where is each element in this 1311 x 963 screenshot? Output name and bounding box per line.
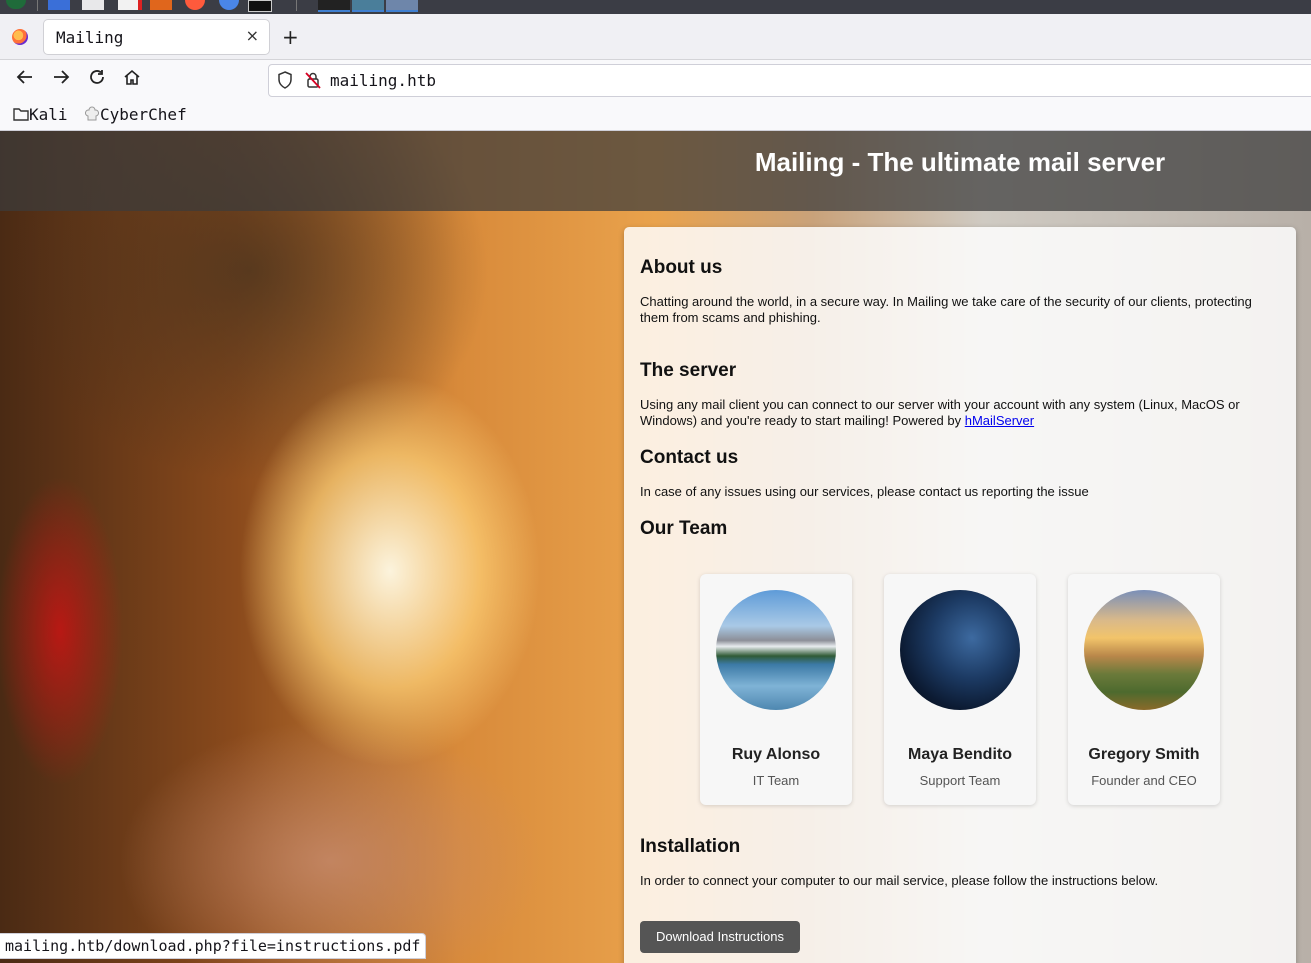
team-member-name: Gregory Smith: [1088, 746, 1200, 763]
about-heading: About us: [640, 257, 723, 278]
server-description: Using any mail client you can connect to…: [640, 397, 1240, 428]
taskbar-separator: [296, 0, 297, 11]
home-icon[interactable]: [120, 68, 144, 92]
navigation-bar: mailing.htb: [0, 60, 1311, 100]
team-member-name: Maya Bendito: [907, 746, 1012, 763]
bookmark-label: CyberChef: [100, 105, 187, 124]
team-member-role: Support Team: [919, 773, 1001, 788]
tab-mailing[interactable]: Mailing ×: [44, 20, 269, 54]
bookmarks-toolbar: Kali CyberChef: [0, 100, 1311, 131]
firefox-icon[interactable]: [12, 29, 28, 45]
bookmark-kali[interactable]: Kali: [13, 105, 68, 124]
url-bar[interactable]: mailing.htb: [268, 64, 1311, 97]
url-text[interactable]: mailing.htb: [330, 71, 436, 90]
team-heading: Our Team: [640, 518, 728, 539]
content-panel: About us Chatting around the world, in a…: [624, 227, 1296, 963]
server-text: Using any mail client you can connect to…: [640, 397, 1280, 429]
window-icon-editor[interactable]: [352, 0, 384, 12]
page-content: Mailing - The ultimate mail server About…: [0, 131, 1311, 963]
tab-title: Mailing: [56, 28, 124, 47]
os-taskbar: [0, 0, 1311, 14]
shield-icon[interactable]: [277, 71, 293, 93]
window-icon-terminal[interactable]: [318, 0, 350, 12]
team-member-role: IT Team: [752, 773, 800, 788]
file-manager-icon[interactable]: [82, 0, 104, 10]
close-icon[interactable]: ×: [246, 26, 259, 45]
server-heading: The server: [640, 360, 737, 381]
firefox-taskbar-icon[interactable]: [185, 0, 205, 10]
taskbar-separator: [37, 0, 38, 11]
team-member-role: Founder and CEO: [1091, 773, 1197, 788]
team-card: Ruy Alonso IT Team: [700, 574, 852, 805]
desktop-icon[interactable]: [48, 0, 70, 10]
download-instructions-button[interactable]: Download Instructions: [640, 921, 800, 953]
link-status-bar: mailing.htb/download.php?file=instructio…: [0, 933, 427, 959]
terminal-icon[interactable]: [248, 0, 272, 12]
contact-text: In case of any issues using our services…: [640, 484, 1089, 499]
bookmark-cyberchef[interactable]: CyberChef: [84, 105, 187, 124]
team-card: Maya Bendito Support Team: [884, 574, 1036, 805]
about-text: Chatting around the world, in a secure w…: [640, 294, 1252, 325]
bookmark-label: Kali: [29, 105, 68, 124]
insecure-lock-icon[interactable]: [305, 71, 321, 93]
team-photo-night-sky: [900, 590, 1020, 710]
contact-heading: Contact us: [640, 447, 739, 468]
chef-hat-icon: [84, 106, 100, 121]
window-icon-firefox[interactable]: [386, 0, 418, 12]
text-editor-icon[interactable]: [118, 0, 142, 10]
team-photo-sunset-hills: [1084, 590, 1204, 710]
kali-menu-icon[interactable]: [6, 0, 26, 9]
reload-icon[interactable]: [85, 68, 109, 92]
team-card: Gregory Smith Founder and CEO: [1068, 574, 1220, 805]
browser-taskbar-icon[interactable]: [219, 0, 239, 10]
installation-heading: Installation: [640, 836, 741, 857]
installation-text: In order to connect your computer to our…: [640, 873, 1159, 888]
back-icon[interactable]: [13, 68, 37, 92]
burp-suite-icon[interactable]: [150, 0, 172, 10]
folder-icon: [13, 108, 29, 121]
tab-strip: Mailing × +: [0, 14, 1311, 60]
page-title: Mailing - The ultimate mail server: [754, 147, 1166, 177]
hmailserver-link[interactable]: hMailServer: [965, 413, 1034, 428]
team-member-name: Ruy Alonso: [731, 746, 821, 763]
new-tab-button[interactable]: +: [282, 25, 299, 49]
team-photo-mountain-lake: [716, 590, 836, 710]
forward-icon[interactable]: [49, 68, 73, 92]
page-header: Mailing - The ultimate mail server: [0, 131, 1311, 211]
